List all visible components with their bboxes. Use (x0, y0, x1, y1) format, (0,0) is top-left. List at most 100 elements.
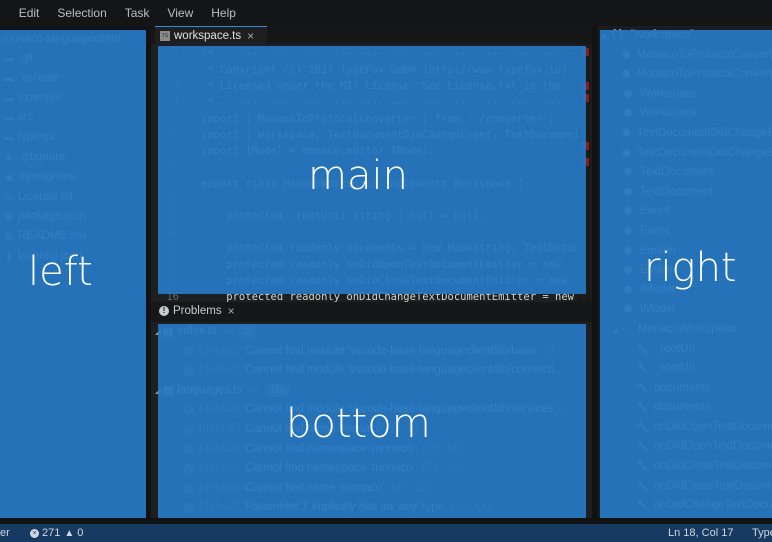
problem-position: (47, 64) (451, 501, 492, 514)
outline-item[interactable]: 🔧 onDidChangeTextDocumentEmitter (598, 496, 772, 516)
problem-position: (1… (545, 344, 568, 357)
code-line[interactable]: 13 protected readonly documents = new Ma… (151, 240, 581, 256)
problem-source: [default] (199, 364, 240, 377)
outline-item-label: documents (654, 401, 711, 414)
explorer-item[interactable]: ▬ .git (0, 49, 146, 69)
menu-selection[interactable]: Selection (57, 6, 106, 20)
module-icon: ⬢ (622, 49, 631, 61)
outline-item[interactable]: 🔧 onDidOpenTextDocumentEmitter (598, 418, 772, 438)
explorer-item[interactable]: ◆ .gitignore (0, 148, 146, 168)
code-line[interactable]: 4 * ------------------------------------… (151, 95, 581, 111)
language-mode[interactable]: TypeScript (752, 527, 772, 539)
tab-problems[interactable]: ! Problems × (159, 304, 235, 318)
line-code: * Licensed under the MIT License. See Li… (201, 80, 562, 93)
explorer-item[interactable]: ▬ src (0, 108, 146, 128)
problems-file-group[interactable]: ◢ index.ts src 2 (151, 322, 592, 342)
outline-item[interactable]: ◢ ⚇ MonacoWorkspace (598, 320, 772, 340)
outline-item[interactable]: ⬢ IModel (598, 300, 772, 320)
outline-item[interactable]: 🔧 onDidOpenTextDocumentEmitter (598, 437, 772, 457)
explorer-root[interactable]: monaco-languageclient (0, 30, 146, 49)
outline-item[interactable]: 🔧 _rootUri (598, 359, 772, 379)
outline-item[interactable]: ⬢ IModel (598, 281, 772, 301)
close-icon[interactable]: × (247, 29, 254, 43)
problem-item[interactable]: × [default] Cannot find module 'vscode-bas… (151, 361, 592, 381)
menu-task[interactable]: Task (125, 6, 150, 20)
typescript-file-icon (163, 385, 173, 396)
problem-item[interactable]: × [default] Cannot find namespace 'monaco'… (151, 459, 592, 479)
problem-position: (29, 38) (422, 462, 462, 475)
explorer-item[interactable]: ▮ tsconfig.json (0, 247, 146, 267)
outline-item-label: IModel (640, 283, 675, 296)
problem-file-dir: src (247, 384, 260, 395)
code-line[interactable]: 15 protected readonly onDidCloseTextDocu… (151, 273, 581, 289)
code-line[interactable]: 1 /* ------------------------------------… (151, 46, 581, 62)
outline-item[interactable]: ⬢ Emitter (598, 242, 772, 262)
code-line[interactable]: 11 protected _rootUri: string | null = n… (151, 208, 581, 224)
outline-item[interactable]: ⬢ TextDocument (598, 183, 772, 203)
chevron-down-icon[interactable]: ◢ (600, 26, 608, 46)
error-icon: × (184, 346, 194, 357)
outline-item[interactable]: 🔧 _rootUri (598, 340, 772, 360)
problem-message: Cannot find module 'vscode-base-language… (244, 403, 568, 416)
outline-item[interactable]: ⬢ TextDocumentDidChangeEvent (598, 124, 772, 144)
chevron-down-icon: ◢ (154, 327, 162, 336)
outline-item[interactable]: ⬢ Event (598, 202, 772, 222)
outline-item[interactable]: ⬢ Emitter (598, 261, 772, 281)
explorer-item[interactable]: ▬ .vscode (0, 69, 146, 89)
editor-overview-ruler[interactable] (577, 44, 591, 302)
code-line[interactable]: 7 import IModel = monaco.editor.IModel; (151, 143, 581, 159)
problem-item[interactable]: × [default] Cannot find name 'monaco'. (47,… (151, 479, 592, 499)
menu-help[interactable]: Help (211, 6, 236, 20)
code-line[interactable]: 9 export class MonacoWorkspace implements… (151, 176, 581, 192)
code-line[interactable]: 14 protected readonly onDidOpenTextDocum… (151, 257, 581, 273)
code-line[interactable]: 10 (151, 192, 581, 208)
cursor-position[interactable]: Ln 18, Col 17 (668, 527, 733, 539)
outline-item[interactable]: 🔧 documents (598, 379, 772, 399)
code-line[interactable]: 8 (151, 159, 581, 175)
tab-workspace-ts[interactable]: TS workspace.ts × (155, 26, 267, 44)
code-line[interactable]: 5 import { MonacoToProtocolConverter } fr… (151, 111, 581, 127)
outline-item[interactable]: ⬢ TextDocumentDidChangeEvent (598, 144, 772, 164)
error-count: 271 (42, 527, 61, 539)
problems-count[interactable]: × 271 ▲ 0 (30, 527, 83, 539)
folder-icon: ▬ (4, 92, 14, 103)
outline-item[interactable]: ⬢ MonacoToProtocolConverter (598, 46, 772, 66)
outline-item[interactable]: ⬢ Workspace (598, 85, 772, 105)
explorer-item[interactable]: ▤ License.txt (0, 188, 146, 208)
problems-file-group[interactable]: ◢ languages.ts src 110 (151, 381, 592, 401)
outline-item[interactable]: ⬢ TextDocument (598, 163, 772, 183)
menu-view[interactable]: View (167, 6, 193, 20)
outline-item[interactable]: 🔧 onDidCloseTextDocumentEmitter (598, 457, 772, 477)
code-line[interactable]: 12 (151, 224, 581, 240)
outline-item[interactable]: 🔧 documents (598, 398, 772, 418)
code-line[interactable]: 16 protected readonly onDidChangeTextDoc… (151, 289, 581, 302)
explorer-item[interactable]: ▣ .npmignore (0, 168, 146, 188)
code-line[interactable]: 6 import { Workspace, TextDocumentDidChan… (151, 127, 581, 143)
code-editor[interactable]: 1 /* ------------------------------------… (151, 44, 592, 302)
close-icon[interactable]: × (228, 304, 235, 318)
module-icon: ⬢ (622, 127, 631, 139)
problem-item[interactable]: × [default] Cannot find module 'vscode-bas… (151, 400, 592, 420)
outline-root[interactable]: ◢ { } "workspace" (598, 26, 772, 46)
outline-item[interactable]: ⬢ MonacoToProtocolConverter (598, 65, 772, 85)
outline-item[interactable]: ⬢ Event (598, 222, 772, 242)
problem-item[interactable]: × [default] Parameter 'l' implicitly has a… (151, 498, 592, 518)
code-line[interactable]: 2 * Copyright (c) 2017 TypeFox GmbH (htt… (151, 62, 581, 78)
explorer-item[interactable]: ▬ typings (0, 128, 146, 148)
status-left-text[interactable]: er (0, 527, 10, 539)
explorer-item[interactable]: ▦ README.md (0, 227, 146, 247)
code-line[interactable]: 3 * Licensed under the MIT License. See … (151, 78, 581, 94)
problem-item[interactable]: × [default] Cannot find namespace 'monaco'… (151, 440, 592, 460)
menu-file[interactable]: e (0, 6, 1, 20)
chevron-down-icon[interactable]: ◢ (612, 320, 620, 340)
menu-edit[interactable]: Edit (19, 6, 40, 20)
problem-position: (15, 14) (422, 442, 462, 455)
property-icon: 🔧 (636, 480, 649, 492)
problem-item[interactable]: × [default] Cannot find module 'vscode-bas… (151, 342, 592, 362)
explorer-item[interactable]: ▣ package.json (0, 207, 146, 227)
outline-item[interactable]: ⬢ Workspace (598, 104, 772, 124)
problem-item[interactable]: × [default] Cannot find name 'monaco'. (?, … (151, 420, 592, 440)
outline-item[interactable]: 🔧 onDidCloseTextDocumentEmitter (598, 477, 772, 497)
explorer-item[interactable]: ▬ example (0, 89, 146, 109)
explorer-item-label: .npmignore (18, 170, 76, 183)
